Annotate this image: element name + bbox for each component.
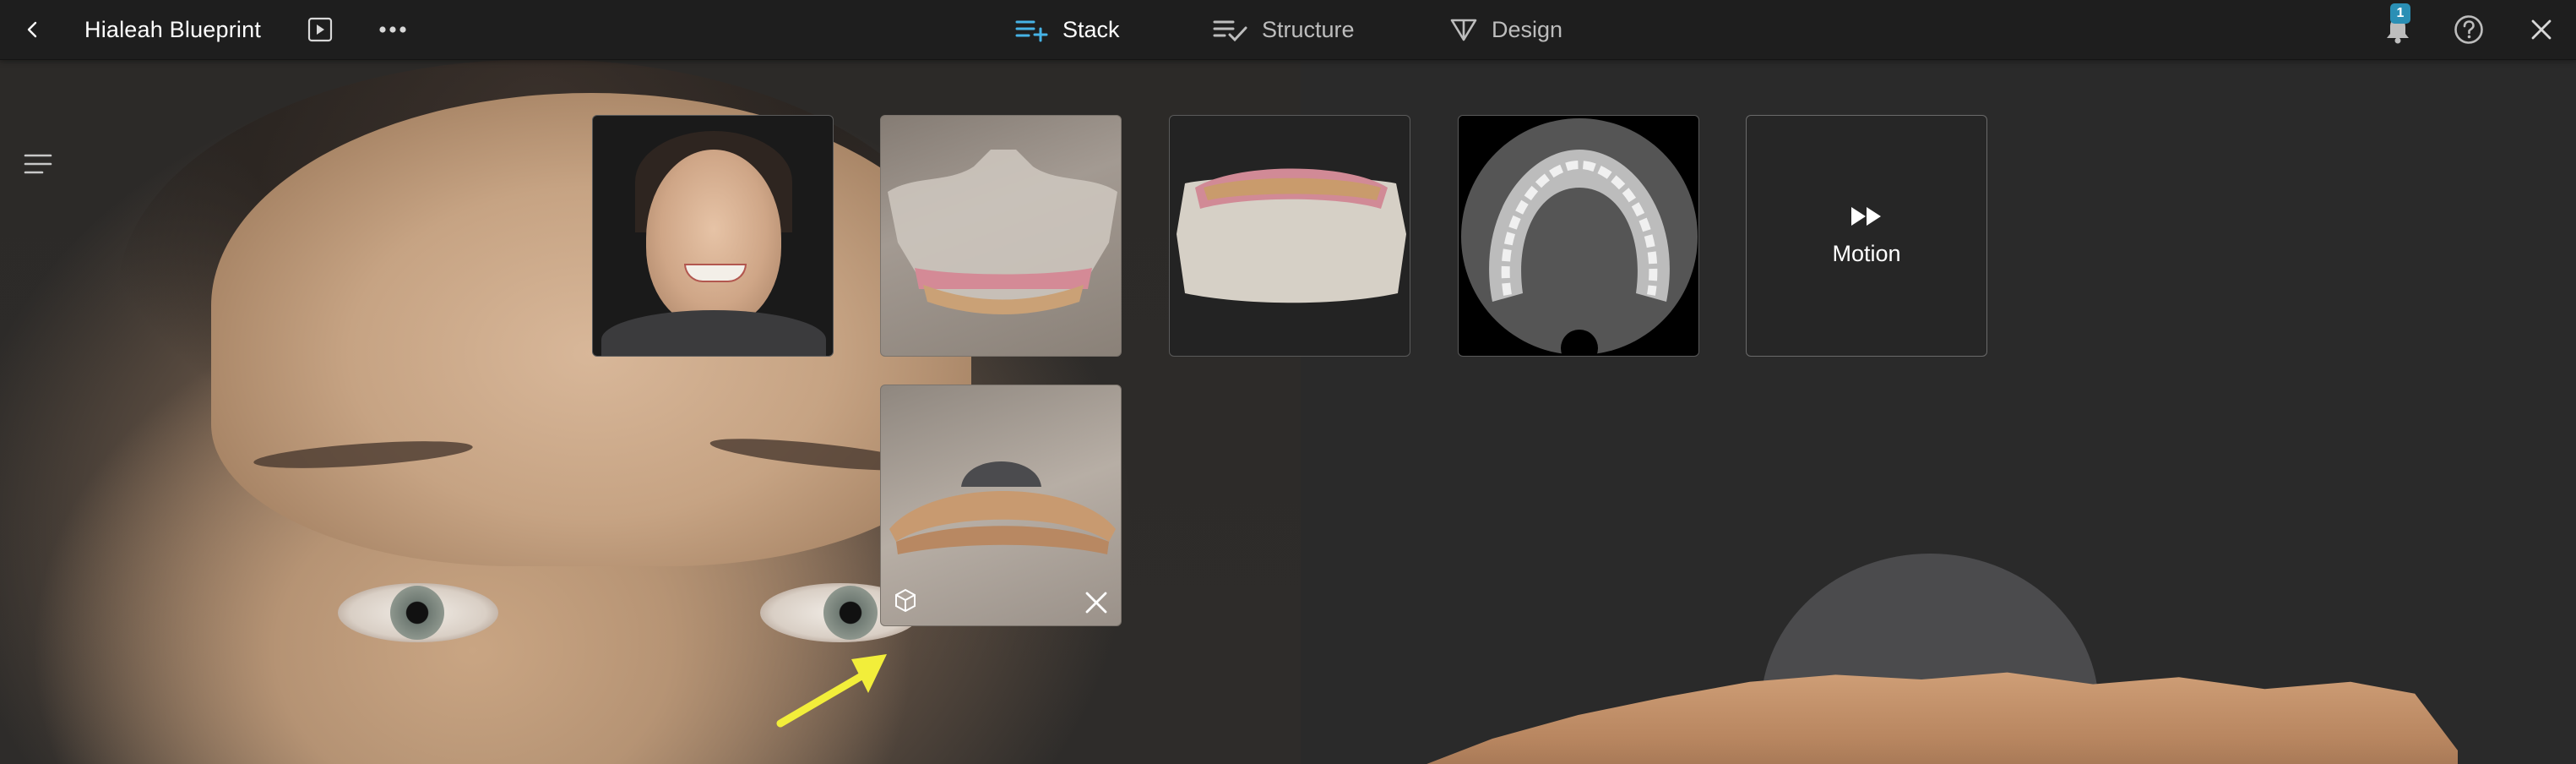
stack-card-arch-model[interactable]	[1169, 115, 1410, 357]
card-close-icon[interactable]	[1084, 590, 1109, 615]
play-box-icon[interactable]	[304, 14, 336, 46]
more-horizontal-icon[interactable]	[376, 14, 410, 46]
stack-card-upper-model[interactable]	[880, 115, 1122, 357]
forehead	[211, 93, 971, 566]
stack-add-icon	[1015, 17, 1049, 42]
yellow-arrow-icon	[760, 642, 912, 739]
stack-card-motion[interactable]: Motion	[1746, 115, 1987, 357]
tab-stack[interactable]: Stack	[1015, 12, 1120, 47]
tab-design[interactable]: Design	[1449, 12, 1562, 47]
portrait-shoulders	[601, 310, 826, 356]
stack-card-ct-scan[interactable]	[1458, 115, 1699, 357]
portrait-face	[646, 150, 781, 327]
3d-viewer[interactable]: Motion	[0, 59, 2576, 764]
motion-label: Motion	[1832, 240, 1901, 266]
tab-structure[interactable]: Structure	[1213, 12, 1355, 47]
rotate-3d-icon[interactable]	[891, 587, 920, 615]
scan-model-teeth	[1385, 672, 2458, 764]
menu-lines-icon[interactable]	[24, 153, 52, 175]
ct-scan-render	[1461, 118, 1698, 356]
stack-card-portrait[interactable]	[592, 115, 834, 357]
tab-stack-label: Stack	[1062, 16, 1120, 42]
arch-model-render	[1177, 168, 1406, 303]
tab-design-label: Design	[1492, 16, 1563, 42]
top-bar: Hialeah Blueprint Stack Structure Design…	[0, 0, 2576, 60]
close-icon[interactable]	[2524, 12, 2559, 47]
project-title: Hialeah Blueprint	[84, 16, 262, 42]
help-circle-icon[interactable]	[2451, 12, 2486, 47]
tab-structure-label: Structure	[1262, 16, 1355, 42]
fast-forward-icon	[1850, 205, 1883, 227]
upper-model-render	[888, 150, 1117, 314]
left-eye	[338, 583, 498, 642]
triangle-down-icon	[1449, 17, 1478, 42]
chevron-left-icon[interactable]	[17, 14, 49, 46]
portrait-smile	[684, 264, 747, 282]
stack-card-lower-model[interactable]	[880, 385, 1122, 626]
notification-badge: 1	[2390, 3, 2410, 24]
list-check-icon	[1213, 17, 1248, 42]
